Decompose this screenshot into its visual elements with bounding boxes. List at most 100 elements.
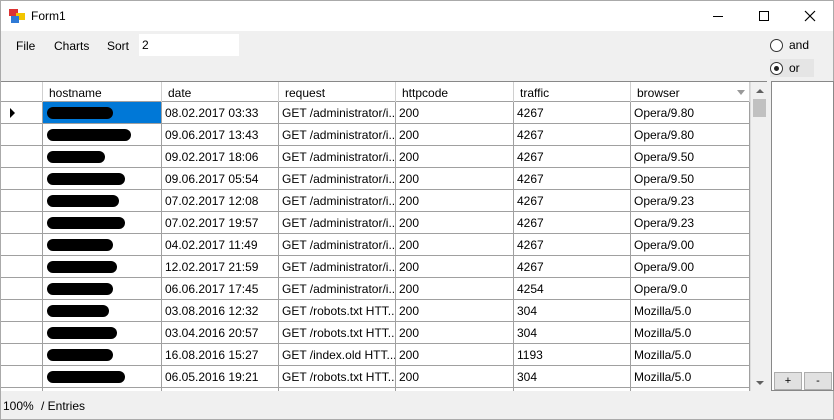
- radio-and[interactable]: and: [770, 36, 809, 54]
- radio-or-circle[interactable]: [770, 61, 783, 75]
- row-header[interactable]: [1, 344, 43, 366]
- vertical-scrollbar[interactable]: [750, 82, 767, 391]
- cell-browser[interactable]: Mozilla/5.0: [631, 322, 750, 344]
- cell-date[interactable]: 06.06.2017 17:45: [162, 278, 279, 300]
- cell-httpcode[interactable]: 200: [396, 190, 514, 212]
- cell-traffic[interactable]: 4267: [514, 168, 631, 190]
- row-header[interactable]: [1, 256, 43, 278]
- row-header[interactable]: [1, 124, 43, 146]
- table-row[interactable]: 09.06.2017 13:43 GET /administrator/i... 2…: [1, 124, 750, 146]
- sort-input[interactable]: [139, 34, 239, 56]
- cell-hostname[interactable]: [43, 366, 162, 388]
- menu-file[interactable]: File: [16, 39, 35, 53]
- table-row[interactable]: 08.02.2017 03:33 GET /administrator/i... 2…: [1, 102, 750, 124]
- column-header-date[interactable]: date: [162, 82, 279, 102]
- cell-browser[interactable]: Mozilla/5.0: [631, 366, 750, 388]
- cell-request[interactable]: GET /administrator/i...: [279, 234, 396, 256]
- close-button[interactable]: [787, 1, 833, 31]
- table-row[interactable]: 04.02.2017 11:49 GET /administrator/i... 2…: [1, 234, 750, 256]
- table-row[interactable]: 07.02.2017 19:57 GET /administrator/i... 2…: [1, 212, 750, 234]
- cell-date[interactable]: 12.02.2017 21:59: [162, 256, 279, 278]
- cell-date[interactable]: 03.04.2016 20:57: [162, 322, 279, 344]
- cell-httpcode[interactable]: 200: [396, 124, 514, 146]
- row-header[interactable]: [1, 212, 43, 234]
- cell-httpcode[interactable]: 200: [396, 212, 514, 234]
- cell-date[interactable]: 07.02.2017 19:57: [162, 212, 279, 234]
- cell-hostname[interactable]: [43, 322, 162, 344]
- cell-traffic[interactable]: 4267: [514, 124, 631, 146]
- cell-httpcode[interactable]: 200: [396, 102, 514, 124]
- table-row[interactable]: 06.05.2016 19:21 GET /robots.txt HTT... 20…: [1, 366, 750, 388]
- scroll-thumb[interactable]: [753, 99, 766, 117]
- cell-request[interactable]: GET /administrator/i...: [279, 124, 396, 146]
- cell-request[interactable]: GET /administrator/i...: [279, 190, 396, 212]
- cell-hostname[interactable]: [43, 124, 162, 146]
- row-header[interactable]: [1, 190, 43, 212]
- cell-date[interactable]: 16.08.2016 15:27: [162, 344, 279, 366]
- data-grid[interactable]: hostname date request httpcode traffic b…: [1, 81, 767, 391]
- cell-browser[interactable]: [631, 388, 750, 391]
- cell-browser[interactable]: Opera/9.0: [631, 278, 750, 300]
- cell-browser[interactable]: Opera/9.23: [631, 190, 750, 212]
- column-header-browser[interactable]: browser: [631, 82, 750, 102]
- table-row[interactable]: 09.06.2017 05:54 GET /administrator/i... 2…: [1, 168, 750, 190]
- radio-and-circle[interactable]: [770, 38, 783, 52]
- cell-browser[interactable]: Opera/9.00: [631, 256, 750, 278]
- scroll-down-button[interactable]: [751, 374, 767, 391]
- add-button[interactable]: +: [774, 372, 802, 390]
- cell-browser[interactable]: Opera/9.23: [631, 212, 750, 234]
- column-header-traffic[interactable]: traffic: [514, 82, 631, 102]
- table-row[interactable]: [1, 388, 750, 391]
- cell-request[interactable]: GET /robots.txt HTT...: [279, 300, 396, 322]
- cell-browser[interactable]: Opera/9.80: [631, 102, 750, 124]
- table-row[interactable]: 09.02.2017 18:06 GET /administrator/i... 2…: [1, 146, 750, 168]
- cell-hostname[interactable]: [43, 388, 162, 391]
- column-header-hostname[interactable]: hostname: [43, 82, 162, 102]
- cell-hostname[interactable]: [43, 278, 162, 300]
- cell-request[interactable]: GET /administrator/i...: [279, 212, 396, 234]
- cell-hostname[interactable]: [43, 344, 162, 366]
- row-header-corner[interactable]: [1, 82, 43, 102]
- cell-traffic[interactable]: 304: [514, 366, 631, 388]
- cell-date[interactable]: 09.06.2017 13:43: [162, 124, 279, 146]
- cell-httpcode[interactable]: [396, 388, 514, 391]
- column-header-httpcode[interactable]: httpcode: [396, 82, 514, 102]
- cell-httpcode[interactable]: 200: [396, 256, 514, 278]
- cell-date[interactable]: 07.02.2017 12:08: [162, 190, 279, 212]
- cell-date[interactable]: [162, 388, 279, 391]
- side-list-panel[interactable]: [771, 81, 834, 391]
- cell-request[interactable]: GET /index.old HTT...: [279, 344, 396, 366]
- cell-request[interactable]: GET /administrator/i...: [279, 278, 396, 300]
- menu-charts[interactable]: Charts: [54, 39, 89, 53]
- table-row[interactable]: 07.02.2017 12:08 GET /administrator/i... 2…: [1, 190, 750, 212]
- cell-request[interactable]: GET /robots.txt HTT...: [279, 322, 396, 344]
- table-row[interactable]: 12.02.2017 21:59 GET /administrator/i... 2…: [1, 256, 750, 278]
- cell-traffic[interactable]: 4254: [514, 278, 631, 300]
- cell-hostname[interactable]: [43, 168, 162, 190]
- cell-traffic[interactable]: 4267: [514, 256, 631, 278]
- cell-httpcode[interactable]: 200: [396, 278, 514, 300]
- row-header[interactable]: [1, 366, 43, 388]
- cell-traffic[interactable]: 4267: [514, 234, 631, 256]
- cell-traffic[interactable]: 304: [514, 322, 631, 344]
- cell-httpcode[interactable]: 200: [396, 168, 514, 190]
- row-header[interactable]: [1, 300, 43, 322]
- table-row[interactable]: 03.08.2016 12:32 GET /robots.txt HTT... 20…: [1, 300, 750, 322]
- row-header[interactable]: [1, 388, 43, 391]
- scroll-up-button[interactable]: [751, 82, 767, 99]
- cell-browser[interactable]: Opera/9.00: [631, 234, 750, 256]
- column-header-request[interactable]: request: [279, 82, 396, 102]
- cell-hostname[interactable]: [43, 256, 162, 278]
- cell-httpcode[interactable]: 200: [396, 322, 514, 344]
- maximize-button[interactable]: [741, 1, 787, 31]
- cell-browser[interactable]: Opera/9.80: [631, 124, 750, 146]
- cell-browser[interactable]: Opera/9.50: [631, 168, 750, 190]
- cell-traffic[interactable]: 1193: [514, 344, 631, 366]
- row-header[interactable]: [1, 102, 43, 124]
- table-row[interactable]: 03.04.2016 20:57 GET /robots.txt HTT... 20…: [1, 322, 750, 344]
- table-row[interactable]: 06.06.2017 17:45 GET /administrator/i... 2…: [1, 278, 750, 300]
- remove-button[interactable]: -: [804, 372, 832, 390]
- cell-date[interactable]: 06.05.2016 19:21: [162, 366, 279, 388]
- cell-httpcode[interactable]: 200: [396, 234, 514, 256]
- cell-request[interactable]: [279, 388, 396, 391]
